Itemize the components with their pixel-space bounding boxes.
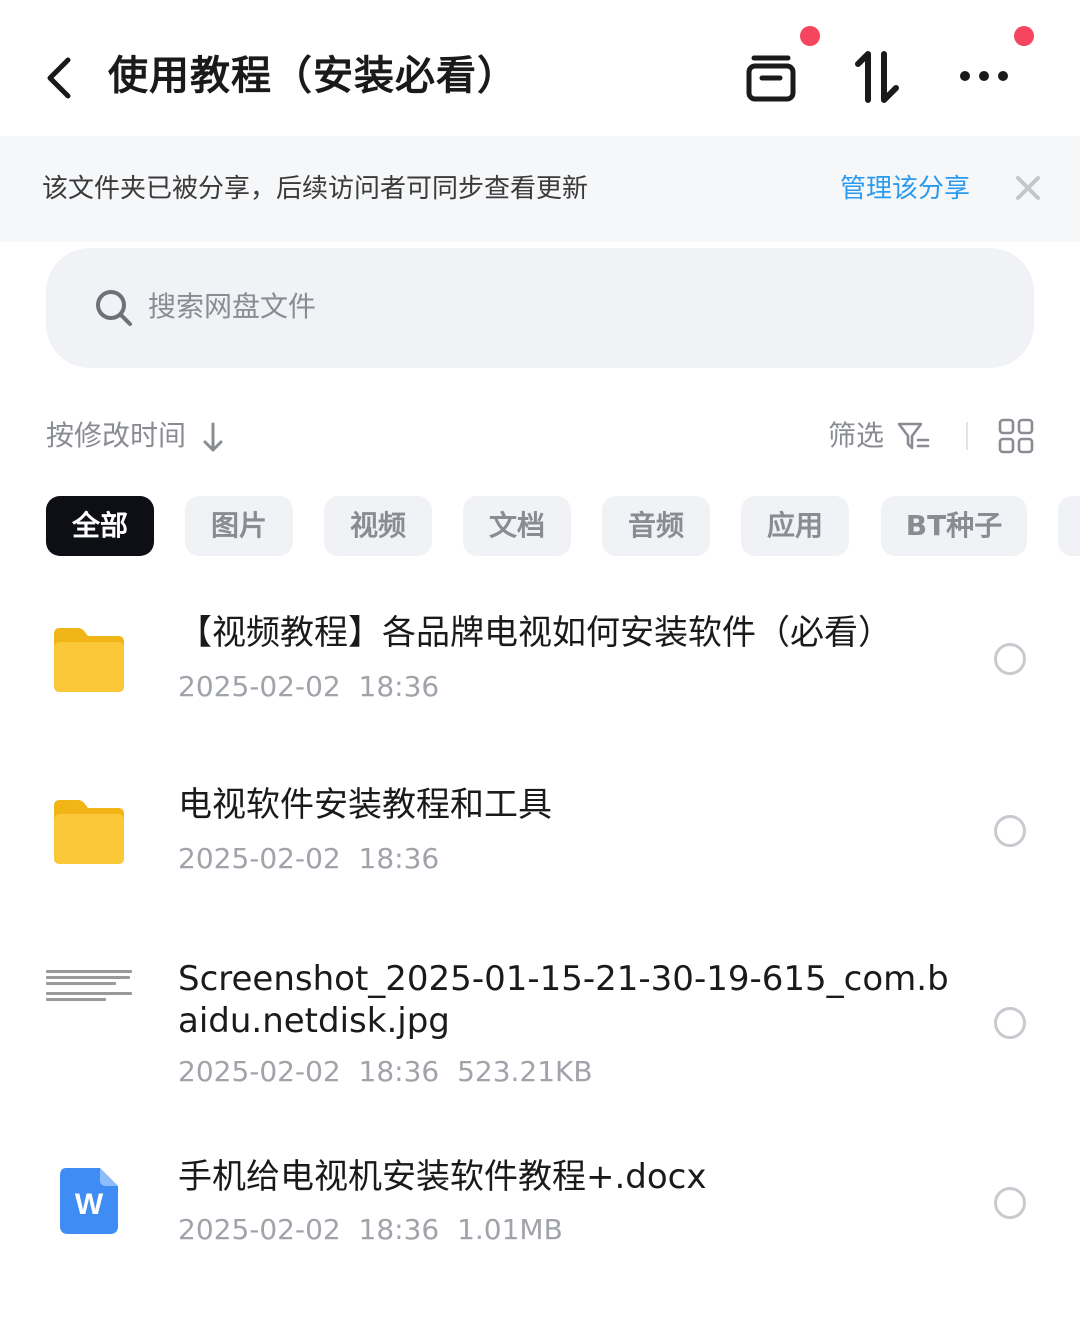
back-arrow-icon[interactable] bbox=[40, 50, 80, 106]
chip-apps[interactable]: 应用 bbox=[741, 496, 849, 556]
notification-dot bbox=[800, 26, 820, 46]
file-size: 1.01MB bbox=[457, 1213, 563, 1246]
image-thumbnail bbox=[46, 970, 132, 1014]
file-meta: 2025-02-02 18:36 bbox=[178, 667, 439, 707]
share-banner: 该文件夹已被分享，后续访问者可同步查看更新 管理该分享 bbox=[0, 136, 1080, 242]
file-size: 523.21KB bbox=[457, 1055, 593, 1088]
chip-documents[interactable]: 文档 bbox=[463, 496, 571, 556]
filter-button[interactable]: 筛选 bbox=[828, 414, 884, 458]
sort-by-modified-button[interactable]: 按修改时间 bbox=[46, 414, 186, 458]
chip-audio[interactable]: 音频 bbox=[602, 496, 710, 556]
file-meta: 2025-02-02 18:36 bbox=[178, 839, 439, 879]
select-radio[interactable] bbox=[994, 1187, 1026, 1219]
sort-transfer-icon[interactable] bbox=[852, 50, 902, 104]
file-date: 2025-02-02 bbox=[178, 842, 341, 875]
toolbar-divider bbox=[966, 422, 968, 450]
word-doc-icon: W bbox=[60, 1168, 118, 1234]
arrow-down-icon[interactable] bbox=[200, 420, 226, 454]
file-row[interactable]: 【视频教程】各品牌电视如何安装软件（必看） 2025-02-02 18:36 bbox=[0, 600, 1080, 730]
archive-icon[interactable] bbox=[746, 54, 796, 102]
top-bar: 使用教程（安装必看） bbox=[0, 0, 1080, 136]
select-radio[interactable] bbox=[994, 643, 1026, 675]
file-time: 18:36 bbox=[358, 1055, 440, 1088]
word-icon-letter: W bbox=[75, 1188, 104, 1221]
share-banner-text: 该文件夹已被分享，后续访问者可同步查看更新 bbox=[42, 174, 589, 204]
file-name: 【视频教程】各品牌电视如何安装软件（必看） bbox=[178, 613, 892, 653]
file-date: 2025-02-02 bbox=[178, 1055, 341, 1088]
grid-view-icon[interactable] bbox=[998, 418, 1034, 454]
file-row[interactable]: W 手机给电视机安装软件教程+.docx 2025-02-02 18:36 1.… bbox=[0, 1150, 1080, 1270]
page-title: 使用教程（安装必看） bbox=[108, 53, 518, 99]
filter-icon[interactable] bbox=[896, 420, 930, 452]
manage-share-link[interactable]: 管理该分享 bbox=[840, 166, 970, 212]
file-date: 2025-02-02 bbox=[178, 1213, 341, 1246]
chip-videos[interactable]: 视频 bbox=[324, 496, 432, 556]
file-time: 18:36 bbox=[358, 670, 440, 703]
search-icon bbox=[96, 290, 132, 326]
file-time: 18:36 bbox=[358, 1213, 440, 1246]
select-radio[interactable] bbox=[994, 1007, 1026, 1039]
category-chips: 全部 图片 视频 文档 音频 应用 BT种子 bbox=[46, 496, 1080, 556]
chip-all[interactable]: 全部 bbox=[46, 496, 154, 556]
select-radio[interactable] bbox=[994, 815, 1026, 847]
search-input[interactable]: 搜索网盘文件 bbox=[46, 248, 1034, 368]
search-placeholder: 搜索网盘文件 bbox=[148, 290, 317, 323]
file-row[interactable]: 电视软件安装教程和工具 2025-02-02 18:36 bbox=[0, 772, 1080, 902]
file-meta: 2025-02-02 18:36 523.21KB bbox=[178, 1052, 593, 1092]
close-icon[interactable] bbox=[1012, 172, 1044, 204]
file-row[interactable]: Screenshot_2025-01-15-21-30-19-615_com.b… bbox=[0, 950, 1080, 1110]
more-icon[interactable] bbox=[958, 68, 1010, 84]
file-name: 手机给电视机安装软件教程+.docx bbox=[178, 1157, 707, 1197]
folder-icon bbox=[54, 800, 124, 864]
file-name: Screenshot_2025-01-15-21-30-19-615_com.b… bbox=[178, 959, 949, 1041]
chip-bt-torrent[interactable]: BT种子 bbox=[881, 496, 1027, 556]
folder-icon bbox=[54, 628, 124, 692]
notification-dot bbox=[1014, 26, 1034, 46]
chip-more[interactable] bbox=[1058, 496, 1080, 556]
file-name: 电视软件安装教程和工具 bbox=[178, 785, 552, 825]
file-time: 18:36 bbox=[358, 842, 440, 875]
file-date: 2025-02-02 bbox=[178, 670, 341, 703]
chip-images[interactable]: 图片 bbox=[185, 496, 293, 556]
file-meta: 2025-02-02 18:36 1.01MB bbox=[178, 1210, 563, 1250]
